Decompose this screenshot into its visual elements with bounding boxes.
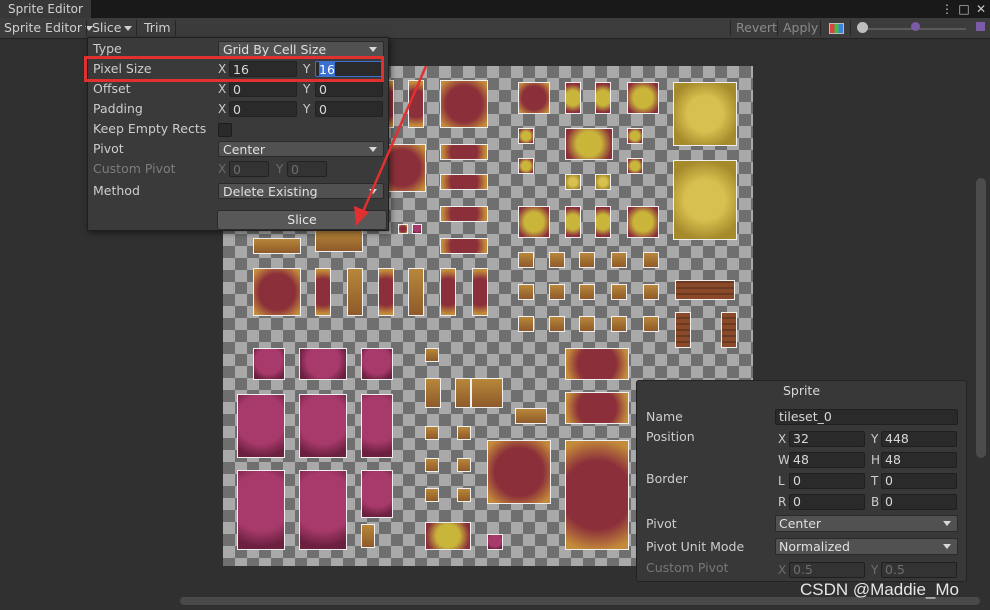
border-l-field[interactable]: 0: [789, 473, 865, 489]
border-t-label: T: [871, 474, 879, 488]
pivot-unit-mode-dropdown[interactable]: Normalized: [775, 538, 958, 555]
border-b-field[interactable]: 0: [881, 494, 957, 510]
sprite-custom-pivot-y: 0.5: [881, 562, 957, 578]
position-label: Position: [646, 429, 695, 444]
pivot-unit-mode-value: Normalized: [779, 539, 850, 554]
chevron-down-icon: [943, 544, 951, 549]
position-w-field[interactable]: 48: [789, 452, 865, 468]
border-t-field[interactable]: 0: [881, 473, 957, 489]
border-l-label: L: [778, 474, 785, 488]
sprite-properties-panel: Sprite Name tileset_0 Position X 32 Y 44…: [636, 380, 967, 582]
pivot-unit-mode-label: Pivot Unit Mode: [646, 539, 745, 554]
position-h-field[interactable]: 48: [881, 452, 957, 468]
custom-pivot-y-axis: Y: [871, 563, 879, 577]
sprite-name-field[interactable]: tileset_0: [775, 409, 958, 425]
watermark: CSDN @Maddie_Mo: [800, 580, 959, 599]
sprite-panel-title: Sprite: [782, 383, 821, 398]
position-y-label: Y: [871, 432, 879, 446]
sprite-pivot-label: Pivot: [646, 516, 677, 531]
position-x-field[interactable]: 32: [789, 431, 865, 447]
border-r-field[interactable]: 0: [789, 494, 865, 510]
border-label: Border: [646, 471, 688, 486]
sprite-custom-pivot-label: Custom Pivot: [646, 560, 729, 575]
sprite-name-label: Name: [646, 409, 683, 424]
chevron-down-icon: [943, 521, 951, 526]
position-h-label: H: [871, 453, 881, 467]
custom-pivot-x-axis: X: [778, 563, 787, 577]
sprite-custom-pivot-x: 0.5: [789, 562, 865, 578]
border-b-label: B: [871, 495, 880, 509]
border-r-label: R: [778, 495, 787, 509]
position-x-label: X: [778, 432, 787, 446]
position-y-field[interactable]: 448: [881, 431, 957, 447]
sprite-pivot-value: Center: [779, 516, 822, 531]
sprite-pivot-dropdown[interactable]: Center: [775, 515, 958, 532]
